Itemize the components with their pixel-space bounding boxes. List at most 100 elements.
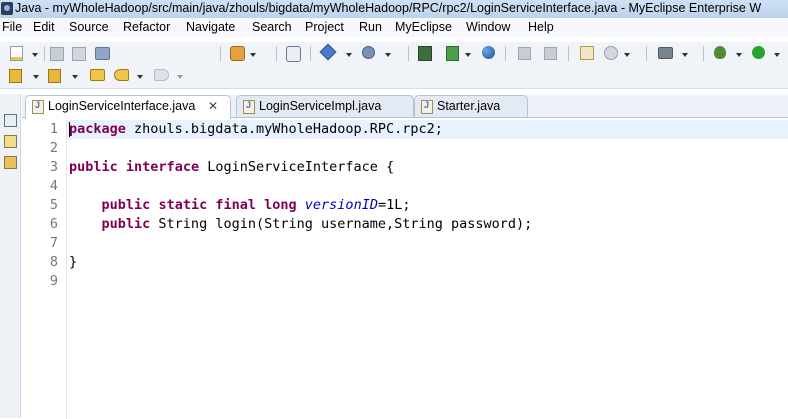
browser-globe-icon[interactable]	[482, 46, 495, 59]
title-bar: Java - myWholeHadoop/src/main/java/zhoul…	[0, 0, 788, 19]
toolbar-separator	[220, 46, 221, 61]
menu-myeclipse[interactable]: MyEclipse	[395, 20, 452, 34]
interface-declaration: LoginServiceInterface {	[199, 159, 395, 175]
web-designer-icon[interactable]	[580, 46, 594, 60]
restore-view-icon[interactable]	[4, 114, 17, 127]
close-icon[interactable]: ✕	[208, 100, 218, 112]
deploy-icon[interactable]	[418, 46, 432, 61]
java-file-icon	[243, 100, 255, 114]
new-wizard-icon[interactable]	[10, 46, 23, 61]
browser-dropdown-icon[interactable]	[465, 53, 471, 57]
method-signature: String login(String username,String pass…	[150, 216, 533, 232]
menu-edit[interactable]: Edit	[33, 20, 55, 34]
open-type-icon[interactable]	[230, 46, 245, 61]
camera-icon[interactable]	[658, 47, 673, 59]
myeclipse-app-icon[interactable]	[1, 2, 13, 15]
code-editor[interactable]: 1 2 3 4 5 6 7 8 9 package zhouls.bigdata…	[22, 117, 788, 419]
text-caret	[69, 122, 70, 137]
tab-login-service-interface[interactable]: LoginServiceInterface.java ✕	[25, 95, 231, 119]
back-icon[interactable]	[518, 47, 531, 60]
save-all-icon[interactable]	[72, 47, 86, 61]
tab-login-service-impl[interactable]: LoginServiceImpl.java	[236, 95, 414, 117]
keyword-public: public	[69, 159, 118, 175]
package-name: zhouls.bigdata.myWholeHadoop.RPC.rpc2;	[125, 121, 443, 137]
java-file-icon	[421, 100, 433, 114]
prev-edit-location-icon[interactable]	[48, 69, 61, 83]
keyword-static: static	[158, 197, 208, 213]
prev-edit-location-dropdown-icon[interactable]	[72, 75, 78, 79]
main-toolbar	[0, 42, 788, 65]
line-number: 4	[49, 178, 58, 194]
code-line-3[interactable]: public interface LoginServiceInterface {	[69, 159, 394, 175]
nav-back-icon[interactable]	[114, 69, 129, 81]
camera-dropdown-icon[interactable]	[682, 53, 688, 57]
line-number: 9	[49, 273, 58, 289]
line-number: 7	[49, 235, 58, 251]
last-edit-icon[interactable]	[90, 69, 105, 81]
nav-forward-dropdown-icon[interactable]	[177, 75, 183, 79]
menu-navigate[interactable]: Navigate	[186, 20, 235, 34]
debug-icon[interactable]	[714, 46, 726, 59]
field-initializer: =1L;	[377, 197, 411, 213]
browser-icon[interactable]	[446, 46, 459, 61]
tab-label: LoginServiceImpl.java	[259, 99, 382, 113]
editor-tab-bar: LoginServiceInterface.java ✕ LoginServic…	[22, 95, 788, 119]
web-globe-icon[interactable]	[604, 46, 618, 60]
package-explorer-icon[interactable]	[4, 156, 17, 169]
save-icon[interactable]	[50, 47, 64, 61]
menu-refactor[interactable]: Refactor	[123, 20, 170, 34]
toolbar-separator	[568, 46, 569, 61]
left-trim-bar	[0, 94, 21, 418]
toolbar-separator	[646, 46, 647, 61]
hierarchy-view-icon[interactable]	[4, 135, 17, 148]
menu-file[interactable]: File	[2, 20, 22, 34]
java-badge-icon[interactable]	[286, 46, 301, 62]
search-dropdown-icon[interactable]	[385, 53, 391, 57]
keyword-public: public	[101, 197, 151, 213]
next-annotation-icon[interactable]	[9, 69, 22, 83]
new-wizard-dropdown-icon[interactable]	[32, 53, 38, 57]
debug-dropdown-icon[interactable]	[736, 53, 742, 57]
tab-label: Starter.java	[437, 99, 501, 113]
menu-window[interactable]: Window	[466, 20, 510, 34]
java-file-icon	[32, 100, 44, 114]
menu-help[interactable]: Help	[528, 20, 554, 34]
menu-bar: File Edit Source Refactor Navigate Searc…	[0, 18, 788, 37]
nav-back-dropdown-icon[interactable]	[137, 75, 143, 79]
forward-icon[interactable]	[544, 47, 557, 60]
search-icon[interactable]	[362, 46, 375, 59]
new-server-dropdown-icon[interactable]	[346, 53, 352, 57]
run-icon[interactable]	[752, 46, 765, 59]
line-number: 6	[49, 216, 58, 232]
nav-forward-icon[interactable]	[154, 69, 169, 81]
tab-starter[interactable]: Starter.java	[414, 95, 528, 117]
toolbar-separator	[44, 46, 45, 61]
line-number: 1	[49, 121, 58, 137]
code-line-6[interactable]: public String login(String username,Stri…	[69, 216, 533, 232]
keyword-package: package	[69, 121, 126, 137]
toolbar-separator	[703, 46, 704, 61]
keyword-long: long	[264, 197, 297, 213]
tab-label: LoginServiceInterface.java	[48, 99, 196, 113]
toolbar-separator	[408, 46, 409, 61]
line-number: 8	[49, 254, 58, 270]
line-number-gutter: 1 2 3 4 5 6 7 8 9	[22, 118, 67, 419]
next-annotation-dropdown-icon[interactable]	[33, 75, 39, 79]
navigation-toolbar	[0, 65, 788, 89]
code-line-5[interactable]: public static final long versionID=1L;	[69, 197, 411, 213]
menu-run[interactable]: Run	[359, 20, 382, 34]
menu-source[interactable]: Source	[69, 20, 109, 34]
keyword-public: public	[101, 216, 151, 232]
keyword-final: final	[215, 197, 256, 213]
menu-project[interactable]: Project	[305, 20, 344, 34]
open-type-dropdown-icon[interactable]	[250, 53, 256, 57]
web-globe-dropdown-icon[interactable]	[624, 53, 630, 57]
run-dropdown-icon[interactable]	[774, 53, 780, 57]
code-line-8[interactable]: }	[69, 254, 77, 270]
line-number: 3	[49, 159, 58, 175]
code-line-1[interactable]: package zhouls.bigdata.myWholeHadoop.RPC…	[69, 121, 443, 137]
new-server-icon[interactable]	[319, 43, 337, 61]
line-number: 5	[49, 197, 58, 213]
print-icon[interactable]	[95, 47, 110, 60]
menu-search[interactable]: Search	[252, 20, 292, 34]
